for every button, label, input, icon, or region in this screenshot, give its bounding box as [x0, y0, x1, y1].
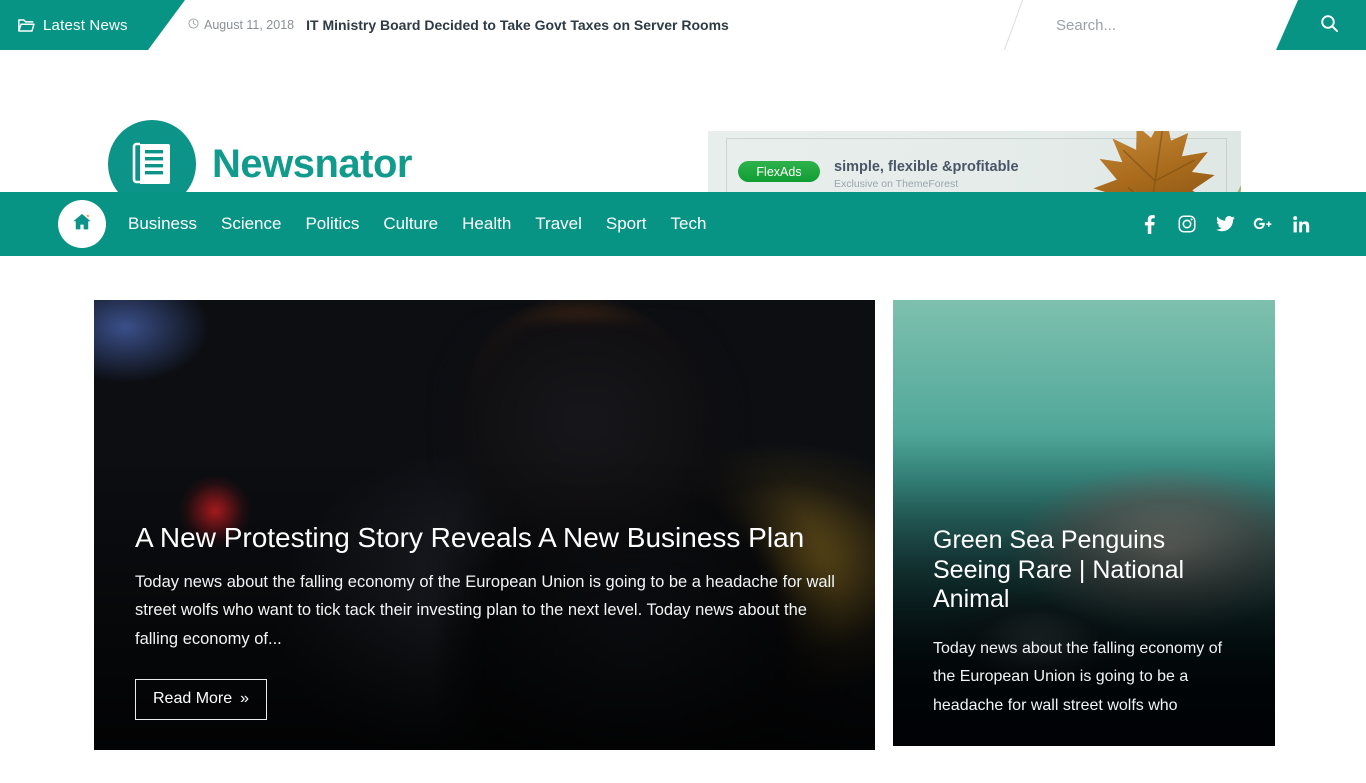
secondary-card-body: Green Sea Penguins Seeing Rare | Nationa…	[893, 526, 1275, 746]
secondary-article-card[interactable]: Green Sea Penguins Seeing Rare | Nationa…	[893, 300, 1275, 746]
nav-item-culture[interactable]: Culture	[383, 214, 438, 234]
secondary-article-title[interactable]: Green Sea Penguins Seeing Rare | Nationa…	[933, 526, 1237, 615]
clock-icon	[188, 18, 199, 32]
home-icon	[71, 211, 93, 238]
folder-open-icon	[18, 18, 35, 33]
featured-card-body: A New Protesting Story Reveals A New Bus…	[94, 521, 875, 750]
nav-item-business[interactable]: Business	[128, 214, 197, 234]
nav-item-tech[interactable]: Tech	[671, 214, 707, 234]
nav-item-travel[interactable]: Travel	[535, 214, 582, 234]
latest-news-badge: Latest News	[0, 0, 185, 50]
facebook-icon[interactable]	[1139, 214, 1159, 234]
linkedin-icon[interactable]	[1291, 214, 1311, 234]
nav-link-list: Business Science Politics Culture Health…	[128, 192, 706, 256]
read-more-label: Read More	[153, 690, 233, 707]
twitter-icon[interactable]	[1215, 214, 1235, 234]
secondary-article-excerpt: Today news about the falling economy of …	[933, 639, 1223, 714]
site-title: Newsnator	[212, 141, 413, 186]
ticker-headline-link[interactable]: IT Ministry Board Decided to Take Govt T…	[306, 17, 729, 33]
ad-subtitle: Exclusive on ThemeForest	[834, 178, 959, 190]
featured-article-excerpt: Today news about the falling economy of …	[135, 572, 835, 648]
ad-brand-pill: FlexAds	[738, 161, 820, 182]
site-header: Newsnator FlexAds simple, flexible &prof…	[0, 50, 1366, 210]
nav-home-button[interactable]	[58, 200, 106, 248]
read-more-button[interactable]: Read More »	[135, 679, 268, 720]
search-divider	[1002, 0, 1025, 50]
google-plus-icon[interactable]	[1253, 214, 1273, 234]
nav-item-sport[interactable]: Sport	[606, 214, 647, 234]
featured-article-card[interactable]: A New Protesting Story Reveals A New Bus…	[94, 300, 875, 750]
chevron-right-icon: »	[240, 690, 250, 707]
main-content: A New Protesting Story Reveals A New Bus…	[0, 256, 1366, 783]
nav-item-politics[interactable]: Politics	[305, 214, 359, 234]
search-button[interactable]	[1276, 0, 1366, 50]
top-bar: Latest News August 11, 2018 IT Ministry …	[0, 0, 1366, 50]
nav-item-health[interactable]: Health	[462, 214, 511, 234]
ad-title: simple, flexible &profitable	[834, 159, 1019, 175]
latest-news-label: Latest News	[43, 16, 128, 34]
main-navigation: Business Science Politics Culture Health…	[0, 192, 1366, 256]
search-icon	[1320, 14, 1339, 36]
search-input[interactable]	[1056, 0, 1276, 50]
featured-article-title[interactable]: A New Protesting Story Reveals A New Bus…	[135, 521, 835, 554]
ticker-date: August 11, 2018	[188, 18, 294, 32]
social-link-list	[1139, 192, 1311, 256]
instagram-icon[interactable]	[1177, 214, 1197, 234]
news-ticker: August 11, 2018 IT Ministry Board Decide…	[188, 0, 729, 50]
nav-item-science[interactable]: Science	[221, 214, 281, 234]
ticker-date-text: August 11, 2018	[204, 18, 295, 32]
